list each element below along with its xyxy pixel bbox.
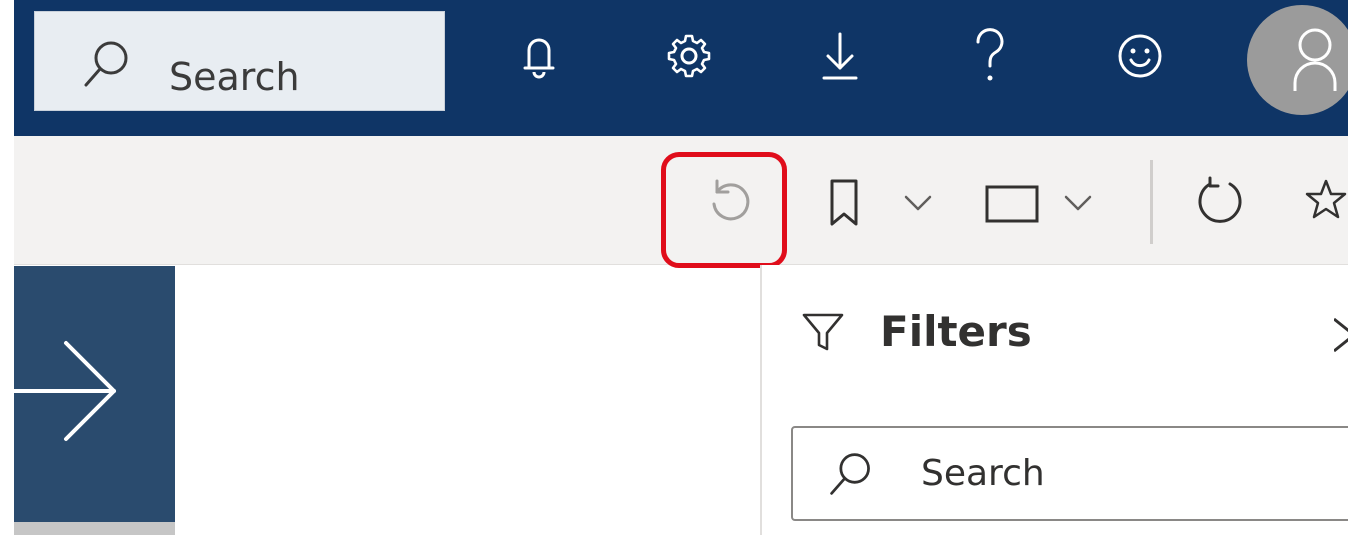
filter-search-input[interactable]: Search (791, 426, 1348, 521)
download-icon[interactable] (810, 26, 870, 86)
smiley-icon[interactable] (1110, 26, 1170, 86)
filter-icon (802, 313, 844, 351)
gear-icon[interactable] (659, 26, 719, 86)
undo-highlight-box (661, 152, 787, 268)
search-icon (830, 453, 870, 495)
filter-search-placeholder: Search (921, 453, 1045, 494)
top-nav-bar: Search (14, 0, 1348, 136)
bell-icon[interactable] (509, 26, 569, 86)
panel-scroll-strip (14, 522, 175, 535)
star-icon[interactable] (1304, 178, 1348, 222)
window-icon[interactable] (984, 184, 1040, 224)
refresh-icon[interactable] (1192, 174, 1248, 230)
close-icon[interactable] (1334, 315, 1348, 355)
help-icon[interactable] (960, 26, 1020, 86)
global-search-placeholder: Search (169, 55, 300, 99)
filters-pane: Filters Search (760, 265, 1348, 535)
person-icon (1293, 28, 1337, 91)
toolbar-divider (1150, 160, 1153, 244)
filters-title: Filters (880, 307, 1032, 356)
chevron-down-icon[interactable] (904, 194, 932, 212)
arrow-right-icon (14, 341, 116, 441)
global-search-box[interactable]: Search (34, 11, 445, 111)
bookmark-icon[interactable] (826, 178, 862, 228)
action-bar (14, 136, 1348, 268)
user-avatar[interactable] (1247, 5, 1348, 115)
collapsed-nav-panel[interactable] (14, 266, 175, 522)
search-icon (84, 41, 128, 87)
chevron-down-icon[interactable] (1064, 194, 1092, 212)
